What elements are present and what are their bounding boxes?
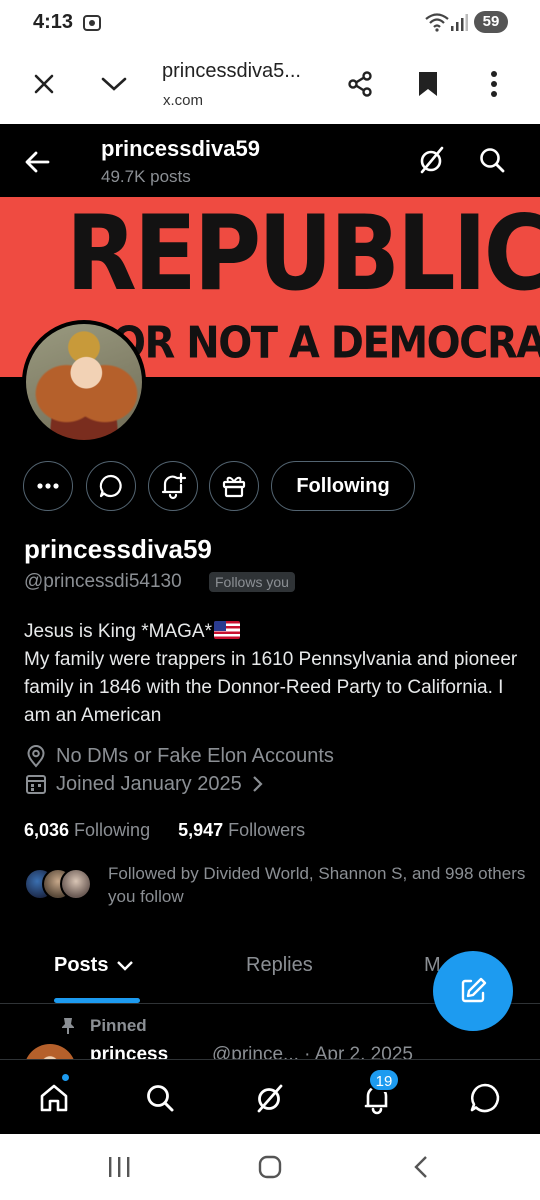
nav-search[interactable] (140, 1078, 180, 1118)
calendar-icon (26, 775, 46, 794)
avatar (60, 868, 92, 900)
search-icon (480, 148, 505, 173)
tab-replies[interactable]: Replies (246, 954, 313, 977)
profile-stats: 6,036 Following 5,947 Followers (24, 820, 333, 841)
profile-bio: Jesus is King *MAGA* My family were trap… (24, 618, 524, 730)
following-button[interactable]: Following (271, 461, 415, 511)
bottom-nav: 19 (0, 1059, 540, 1134)
bookmark-icon (419, 72, 437, 96)
nav-messages[interactable] (465, 1078, 505, 1118)
compose-icon (461, 977, 487, 1003)
x-profile-page: princessdiva59 49.7K posts REPUBLIC OR N… (0, 124, 540, 1134)
tab-posts-label: Posts (54, 954, 109, 976)
followers-stat[interactable]: 5,947 Followers (178, 820, 305, 841)
profile-joined[interactable]: Joined January 2025 (24, 772, 276, 796)
chevron-right-icon (252, 776, 263, 792)
battery-icon: 59 (474, 11, 508, 33)
status-bar: 4:13 59 (0, 0, 540, 44)
following-stat[interactable]: 6,036 Following (24, 820, 150, 841)
bell-plus-icon (161, 472, 187, 500)
compose-post-button[interactable] (433, 951, 513, 1031)
arrow-left-icon (25, 151, 50, 173)
pinned-label: Pinned (90, 1016, 147, 1035)
header-posts-count: 49.7K posts (101, 167, 191, 186)
location-pin-icon (27, 745, 45, 768)
expand-button[interactable] (96, 66, 132, 102)
profile-location: No DMs or Fake Elon Accounts (24, 744, 334, 768)
location-text: No DMs or Fake Elon Accounts (56, 744, 334, 767)
header-name: princessdiva59 (101, 136, 260, 161)
us-flag-icon (213, 621, 240, 639)
chevron-down-icon (117, 960, 134, 971)
following-stat-label: Following (74, 820, 151, 840)
active-tab-indicator (54, 998, 140, 1003)
grok-icon (420, 146, 444, 174)
search-button[interactable] (474, 142, 510, 178)
status-time: 4:13 (33, 11, 74, 33)
share-button[interactable] (342, 66, 378, 102)
signal-icon (450, 14, 468, 32)
joined-text: Joined January 2025 (56, 772, 242, 795)
message-icon (99, 474, 122, 498)
followed-by-text[interactable]: Followed by Divided World, Shannon S, an… (108, 862, 528, 908)
wifi-icon (424, 12, 450, 32)
bio-line-1: Jesus is King *MAGA* (24, 621, 212, 642)
home-circle-icon (258, 1155, 282, 1179)
nav-home[interactable] (34, 1078, 74, 1118)
grok-icon (257, 1084, 283, 1113)
page-domain[interactable]: x.com (163, 92, 203, 109)
message-button[interactable] (86, 461, 136, 511)
search-icon (147, 1085, 174, 1112)
more-vertical-icon (491, 71, 497, 97)
message-icon (470, 1083, 500, 1113)
profile-avatar[interactable] (22, 320, 146, 444)
home-notification-dot (60, 1072, 71, 1083)
profile-handle: @princessdi54130 (24, 571, 182, 592)
more-icon (37, 483, 59, 489)
browser-toolbar: princessdiva5... x.com (0, 44, 540, 124)
back-system-button[interactable] (401, 1152, 441, 1182)
pin-icon (62, 1018, 74, 1034)
following-count: 6,036 (24, 820, 70, 840)
tab-posts[interactable]: Posts (54, 954, 134, 977)
gift-button[interactable] (209, 461, 259, 511)
notifications-badge: 19 (368, 1068, 400, 1092)
back-button[interactable] (20, 144, 56, 180)
banner-subline: OR NOT A DEMOCRACY; (112, 317, 540, 369)
banner-headline: REPUBLIC (66, 197, 540, 314)
recent-apps-button[interactable] (99, 1152, 139, 1182)
notify-button[interactable] (148, 461, 198, 511)
grok-button[interactable] (414, 142, 450, 178)
follows-you-badge: Follows you (209, 572, 295, 592)
system-nav-bar (0, 1134, 540, 1200)
followers-count: 5,947 (178, 820, 224, 840)
gift-icon (222, 476, 246, 498)
nav-grok[interactable] (250, 1078, 290, 1118)
bookmark-button[interactable] (410, 66, 446, 102)
close-icon (34, 74, 54, 94)
browser-menu-button[interactable] (476, 66, 512, 102)
close-tab-button[interactable] (26, 66, 62, 102)
followed-by-avatars[interactable] (24, 868, 94, 902)
chevron-down-icon (101, 77, 127, 91)
share-icon (348, 71, 372, 97)
recent-apps-icon (109, 1157, 130, 1177)
screenshot-icon (82, 14, 102, 32)
pinned-indicator: Pinned (60, 1016, 147, 1036)
followers-stat-label: Followers (228, 820, 306, 840)
home-button[interactable] (250, 1152, 290, 1182)
home-icon (40, 1084, 68, 1112)
more-button[interactable] (23, 461, 73, 511)
chevron-left-icon (414, 1156, 427, 1178)
profile-header-bar: princessdiva59 49.7K posts (0, 124, 540, 197)
page-title[interactable]: princessdiva5... (162, 60, 301, 83)
bio-line-2: My family were trappers in 1610 Pennsylv… (24, 649, 518, 726)
profile-display-name: princessdiva59 (24, 534, 212, 564)
